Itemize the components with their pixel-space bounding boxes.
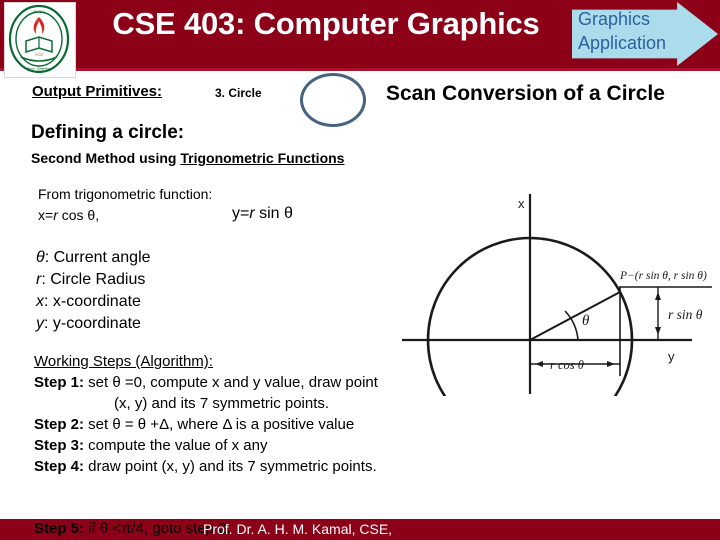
axis-x-label: x	[518, 196, 525, 211]
section-heading: Scan Conversion of a Circle	[386, 82, 665, 105]
formula-y-rest: sin θ	[254, 205, 293, 222]
algorithm-step: Step 4: draw point (x, y) and its 7 symm…	[34, 456, 448, 477]
formula-x-rest: cos θ,	[57, 207, 100, 223]
formula-intro-text: From trigonometric function:	[38, 186, 213, 202]
algorithm-steps: Step 1: set θ =0, compute x and y value,…	[34, 372, 448, 477]
badge-label-line2: Application	[578, 33, 667, 53]
angle-label: θ	[582, 313, 590, 329]
formula-y-equation: y=r sin θ	[232, 205, 293, 223]
legend-item: r: Circle Radius	[36, 269, 151, 291]
circle-trigonometry-diagram: x y θ P−(r sin θ, r sin θ) r sin θ r cos…	[392, 186, 720, 444]
svg-text:করিম: করিম	[34, 52, 44, 57]
legend-item: θ: Current angle	[36, 247, 151, 269]
step-label: Step 2:	[34, 416, 85, 433]
algorithm-step: Step 2: set θ = θ +Δ, where Δ is a posit…	[34, 414, 448, 435]
step-label: Step 1:	[34, 374, 85, 391]
method-emphasis: Trigonometric Functions	[180, 150, 345, 166]
page-title: CSE 403: Computer Graphics	[112, 6, 540, 41]
second-method-line: Second Method using Trigonometric Functi…	[31, 150, 344, 166]
svg-text:জির, টাঙ্গাইল: জির, টাঙ্গাইল	[26, 66, 52, 72]
step-text: draw point (x, y) and its 7 symmetric po…	[84, 458, 377, 475]
axis-y-label: y	[668, 349, 675, 364]
algorithm-step: (x, y) and its 7 symmetric points.	[34, 393, 448, 414]
circle-outline-icon	[300, 73, 366, 127]
formula-y-label: y=	[232, 205, 250, 222]
method-prefix: Second Method using	[31, 150, 181, 166]
algorithm-step: Step 5: if θ <π/4, goto step 2.	[34, 520, 231, 537]
step-text: set θ =0, compute x and y value, draw po…	[84, 374, 378, 391]
header-underline	[0, 68, 720, 71]
legend-symbol: y	[36, 315, 44, 332]
defining-circle-heading: Defining a circle:	[31, 122, 185, 143]
graphics-application-badge: Graphics Application	[572, 2, 718, 66]
formula-x-label: x=	[38, 207, 54, 223]
svg-text:জযফর: জযফর	[32, 9, 45, 14]
legend-text: : Circle Radius	[41, 271, 146, 288]
algorithm-title: Working Steps (Algorithm):	[34, 353, 213, 370]
legend-text: : x-coordinate	[44, 293, 141, 310]
slide-canvas: জযফর করিম জির, টাঙ্গাইল CSE 403: Compute…	[0, 0, 720, 540]
horizontal-dimension-label: r cos θ	[550, 358, 584, 372]
step-label: Step 3:	[34, 437, 85, 454]
legend-item: y: y-coordinate	[36, 313, 151, 335]
step-text: set θ = θ +Δ, where Δ is a positive valu…	[84, 416, 355, 433]
topic-number-label: 3. Circle	[215, 86, 262, 100]
legend-text: : Current angle	[44, 249, 151, 266]
footer-credit-text: Prof. Dr. A. H. M. Kamal, CSE,	[203, 521, 393, 537]
point-label: P−(r sin θ, r sin θ)	[619, 270, 707, 282]
output-primitives-label: Output Primitives:	[32, 83, 163, 100]
step-label: Step 4:	[34, 458, 85, 475]
university-seal-logo: জযফর করিম জির, টাঙ্গাইল	[4, 2, 76, 78]
step-label: Step 5:	[34, 520, 85, 537]
formula-x-equation: x=r cos θ,	[38, 207, 99, 223]
step-text: (x, y) and its 7 symmetric points.	[114, 395, 330, 412]
variable-legend: θ: Current angle r: Circle Radius x: x-c…	[36, 247, 151, 335]
legend-text: : y-coordinate	[44, 315, 141, 332]
badge-label-line1: Graphics	[578, 9, 651, 29]
algorithm-step: Step 1: set θ =0, compute x and y value,…	[34, 372, 448, 393]
legend-symbol: θ	[36, 249, 45, 266]
algorithm-step: Step 3: compute the value of x any	[34, 435, 448, 456]
legend-symbol: x	[36, 293, 44, 310]
legend-item: x: x-coordinate	[36, 291, 151, 313]
step-text: compute the value of x any	[84, 437, 268, 454]
vertical-dimension-label: r sin θ	[668, 307, 703, 322]
